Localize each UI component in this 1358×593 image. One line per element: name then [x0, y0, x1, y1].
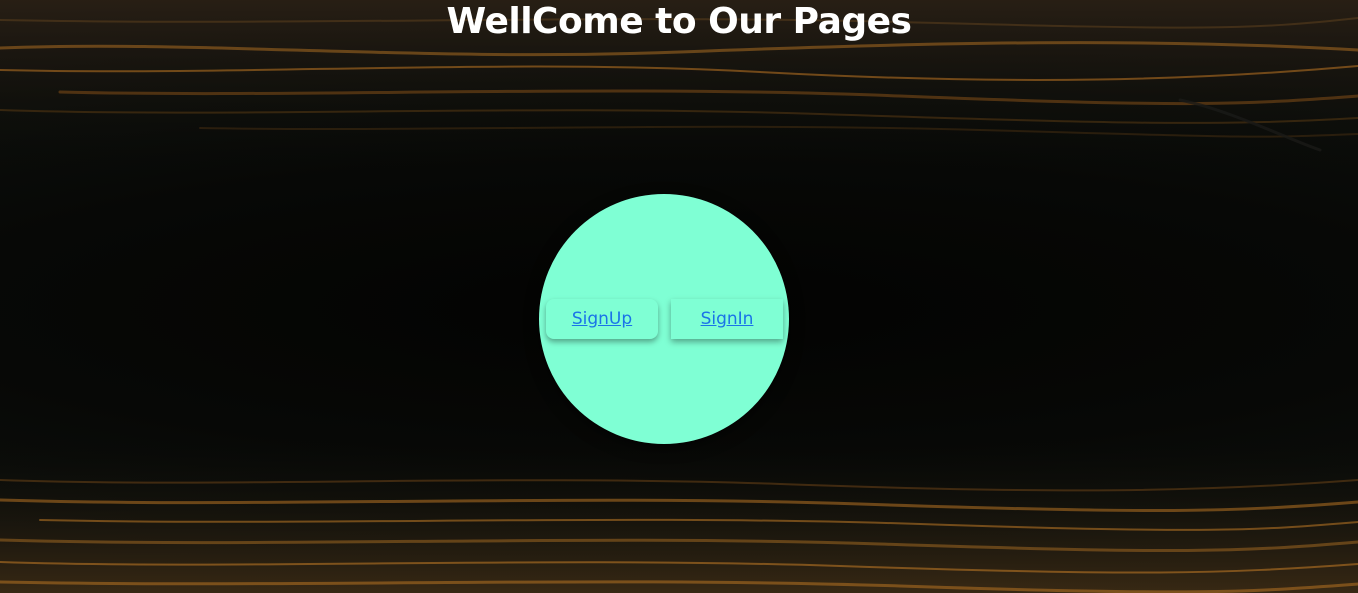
page-title: WellCome to Our Pages: [446, 1, 912, 42]
signin-link[interactable]: SignIn: [671, 299, 783, 339]
signup-link[interactable]: SignUp: [546, 299, 658, 339]
